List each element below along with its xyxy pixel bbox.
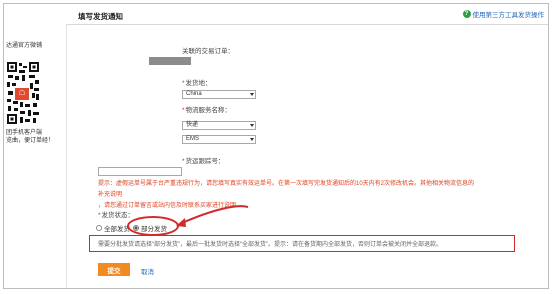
origin-label: *发货地： — [182, 80, 212, 87]
sidebar: 达通官方微铺 ☖ 团手机客户端 览曲，便订单经！ — [4, 24, 67, 288]
cancel-link[interactable]: 取消 — [141, 266, 154, 276]
tracking-tip-line2: ，请您通过订单留言或站内信及时联系买家进行说明。 — [98, 203, 243, 209]
origin-select-value: China — [186, 91, 202, 97]
partial-radio-circle-annotation — [127, 216, 179, 236]
logistics-label: *物流服务名称： — [182, 107, 232, 114]
origin-select[interactable]: China — [182, 90, 256, 99]
tracking-label-text: 货运跟踪号： — [185, 158, 225, 165]
status-label-text: 发货状态： — [101, 212, 135, 219]
app-logo-icon: ☖ — [15, 88, 29, 100]
order-label: 关联的交易订单： — [182, 48, 234, 55]
page-title: 填写发货通知 — [78, 12, 123, 21]
logistics-label-text: 物流服务名称： — [185, 107, 232, 114]
tracking-number-input[interactable] — [98, 167, 182, 176]
logistics-carrier-value: EMS — [186, 136, 200, 142]
tracking-label: *货运跟踪号： — [182, 158, 225, 165]
tracking-tip-line1: 提示：虚假运单号属于台严重违规行为，请您填写真实有效运单号。在第一次填写完发货通… — [98, 181, 475, 198]
note-highlight-annotation — [89, 235, 515, 252]
sidebar-app-promo: 团手机客户端 览曲，便订单经！ — [6, 129, 54, 145]
sidebar-app-promo-line1: 团手机客户端 — [6, 130, 43, 136]
sidebar-app-promo-line2: 览曲，便订单经！ — [6, 138, 55, 144]
page-header: 填写发货通知 ? 使用第三方工具发货操作 — [4, 4, 548, 25]
origin-label-text: 发货地： — [185, 80, 212, 87]
logistics-carrier-select[interactable]: EMS — [182, 135, 256, 144]
chevron-down-icon — [250, 138, 254, 141]
tracking-tip: 提示：虚假运单号属于台严重违规行为，请您填写真实有效运单号。在第一次填写完发货通… — [98, 179, 474, 212]
chevron-down-icon — [250, 124, 254, 127]
window-frame: 填写发货通知 ? 使用第三方工具发货操作 达通官方微铺 ☖ 团手机客户端 览曲，… — [3, 3, 549, 289]
help-icon: ? — [462, 10, 471, 18]
status-full-radio[interactable] — [96, 225, 102, 231]
status-label: *发货状态： — [98, 212, 135, 219]
qr-code-image: ☖ — [6, 61, 40, 125]
order-number-redacted — [149, 57, 191, 65]
submit-button[interactable]: 提交 — [98, 263, 130, 276]
chevron-down-icon — [250, 93, 254, 96]
logistics-type-select[interactable]: 快递 — [182, 121, 256, 130]
help-link-label: 使用第三方工具发货操作 — [472, 12, 545, 19]
sidebar-promo-text: 达通官方微铺 — [6, 43, 43, 49]
logistics-type-value: 快递 — [186, 122, 199, 128]
help-link[interactable]: ? 使用第三方工具发货操作 — [462, 9, 545, 19]
